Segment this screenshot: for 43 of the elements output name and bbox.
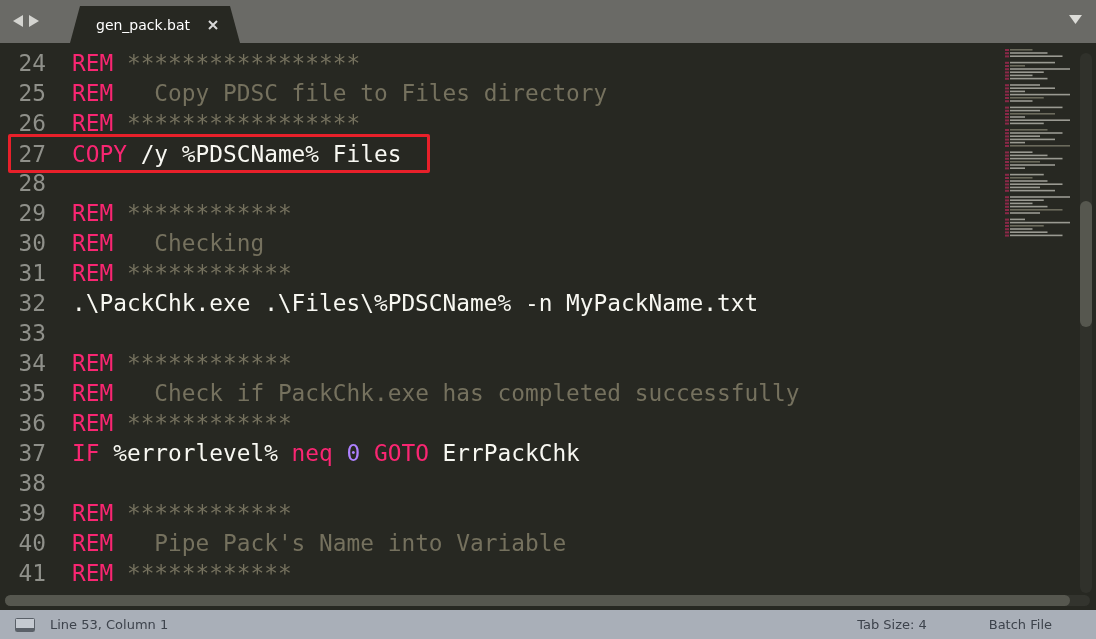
line-number: 38 [17,470,47,496]
line-number: 33 [17,320,47,346]
code-line: REM ***************** [72,110,361,136]
code-line: REM ***************** [72,50,361,76]
line-number: 25 [17,80,47,106]
line-number: 31 [17,260,47,286]
cursor-position: Line 53, Column 1 [50,617,169,632]
panel-icon[interactable] [15,617,35,632]
code-line: REM Check if PackChk.exe has completed successfully [72,380,800,406]
line-number: 29 [17,200,47,226]
line-number: 40 [17,530,47,556]
code-line: .\PackChk.exe .\Files\%PDSCName% -n MyPackName.txt [72,290,759,316]
code-line: REM Copy PDSC file to Files directory [72,80,608,106]
line-number: 37 [17,440,47,466]
close-icon[interactable] [208,19,218,30]
line-number: 30 [17,230,47,256]
code-line: REM Checking [72,230,265,256]
code-line: REM ************ [72,350,292,376]
line-number: 35 [17,380,47,406]
scrollbar-thumb[interactable] [1080,201,1092,327]
code-line: REM Pipe Pack's Name into Variable [72,530,567,556]
file-tab[interactable]: gen_pack.bat [70,6,240,43]
back-arrow-icon[interactable] [13,15,23,27]
line-number: 24 [17,50,47,76]
line-number: 28 [17,170,47,196]
line-number: 36 [17,410,47,436]
code-line: REM ************ [72,200,292,226]
line-number: 41 [17,560,47,586]
code-line: REM ************ [72,260,292,286]
line-number: 27 [17,140,47,167]
code-line: REM ************ [72,500,292,526]
line-number: 26 [17,110,47,136]
code-line: REM ************ [72,560,292,586]
line-number: 39 [17,500,47,526]
line-number: 34 [17,350,47,376]
line-number: 32 [17,290,47,316]
forward-arrow-icon[interactable] [29,15,39,27]
tab-size[interactable]: Tab Size: 4 [857,617,927,632]
dropdown-arrow-icon[interactable] [1069,15,1082,24]
syntax-mode[interactable]: Batch File [988,617,1052,632]
code-line: IF %errorlevel% neq 0 GOTO ErrPackChk [72,440,580,466]
code-line: COPY /y %PDSCName% Files [72,140,402,167]
code-line: REM ************ [72,410,292,436]
